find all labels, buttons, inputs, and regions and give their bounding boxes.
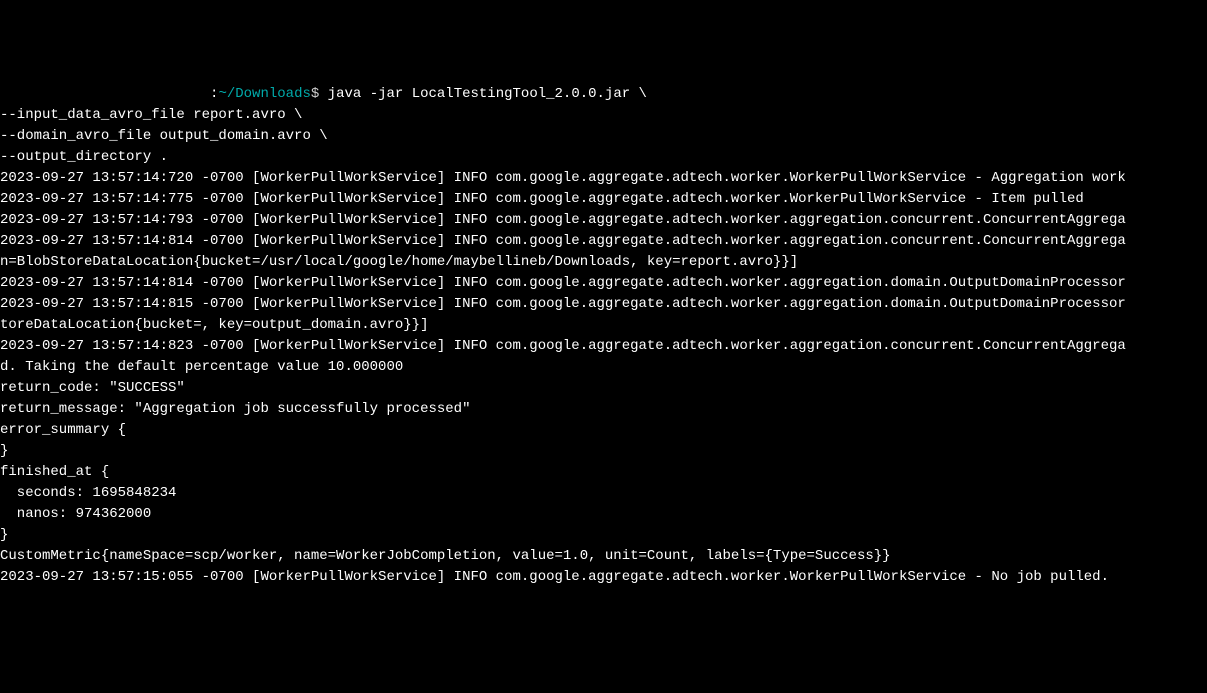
log-line: CustomMetric{nameSpace=scp/worker, name=… [0,546,1207,567]
log-line: 2023-09-27 13:57:14:775 -0700 [WorkerPul… [0,189,1207,210]
log-text: 2023-09-27 13:57:15:055 -0700 [WorkerPul… [0,569,1109,585]
log-line: 2023-09-27 13:57:14:793 -0700 [WorkerPul… [0,210,1207,231]
log-line: n=BlobStoreDataLocation{bucket=/usr/loca… [0,252,1207,273]
log-line: 2023-09-27 13:57:14:823 -0700 [WorkerPul… [0,336,1207,357]
command-line-3: --domain_avro_file output_domain.avro \ [0,126,1207,147]
command-line-1: java -jar LocalTestingTool_2.0.0.jar \ [319,86,647,102]
terminal-window[interactable]: :~/Downloads$ java -jar LocalTestingTool… [0,84,1207,588]
log-line: toreDataLocation{bucket=, key=output_dom… [0,315,1207,336]
command-line-4: --output_directory . [0,147,1207,168]
log-line: 2023-09-27 13:57:14:814 -0700 [WorkerPul… [0,273,1207,294]
log-line: return_message: "Aggregation job success… [0,399,1207,420]
log-line: 2023-09-27 13:57:14:815 -0700 [WorkerPul… [0,294,1207,315]
log-line: } [0,525,1207,546]
log-line: 2023-09-27 13:57:14:720 -0700 [WorkerPul… [0,168,1207,189]
log-line: d. Taking the default percentage value 1… [0,357,1207,378]
log-line: finished_at { [0,462,1207,483]
log-line: error_summary { [0,420,1207,441]
log-line-last: 2023-09-27 13:57:15:055 -0700 [WorkerPul… [0,567,1207,588]
log-line: return_code: "SUCCESS" [0,378,1207,399]
user-host-redacted [0,84,210,105]
log-line: 2023-09-27 13:57:14:814 -0700 [WorkerPul… [0,231,1207,252]
log-line: nanos: 974362000 [0,504,1207,525]
command-line-2: --input_data_avro_file report.avro \ [0,105,1207,126]
prompt-line: :~/Downloads$ java -jar LocalTestingTool… [0,84,1207,105]
prompt-path: ~/Downloads [218,86,310,102]
log-line: } [0,441,1207,462]
log-line: seconds: 1695848234 [0,483,1207,504]
